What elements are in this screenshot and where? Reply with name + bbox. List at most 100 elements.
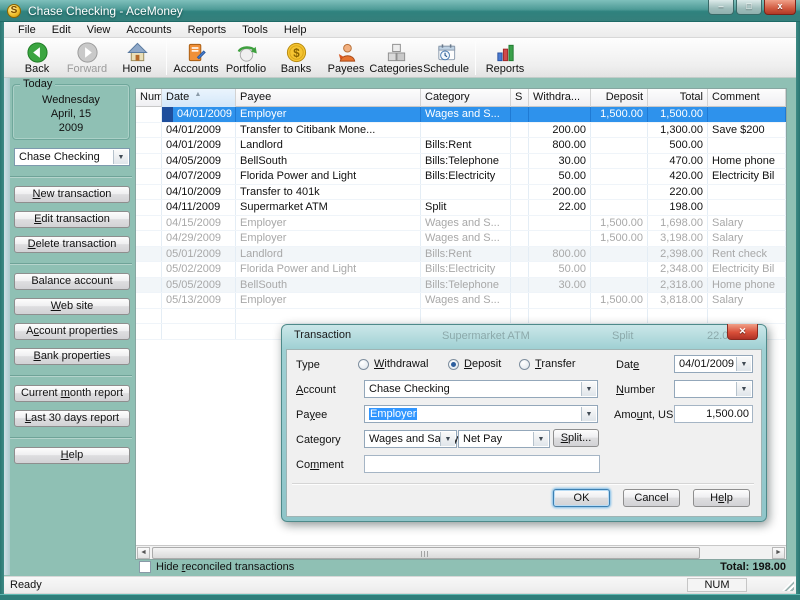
cell-comment [708, 107, 786, 122]
maximize-button[interactable]: □ [736, 0, 762, 15]
table-row[interactable]: 04/05/2009BellSouthBills:Telephone30.004… [136, 154, 786, 170]
menu-item-accounts[interactable]: Accounts [118, 23, 179, 37]
toolbar-button-label: Reports [486, 63, 525, 75]
portfolio-icon [235, 41, 258, 64]
cell-date: 04/15/2009 [162, 216, 236, 231]
table-row[interactable]: 04/29/2009EmployerWages and S...1,500.00… [136, 231, 786, 247]
toolbar-button-reports[interactable]: Reports [480, 39, 530, 77]
table-row[interactable]: 04/01/2009Transfer to Citibank Mone...20… [136, 123, 786, 139]
hide-reconciled-checkbox[interactable] [139, 561, 151, 573]
chevron-down-icon[interactable]: ▼ [581, 407, 596, 421]
chevron-down-icon[interactable]: ▼ [533, 432, 548, 446]
cell-withdrawal [529, 309, 591, 324]
cell-comment: Home phone [708, 154, 786, 169]
toolbar-button-portfolio[interactable]: Portfolio [221, 39, 271, 77]
column-header-withdra[interactable]: Withdra... [529, 89, 591, 107]
payee-combobox[interactable]: Employer ▼ [364, 405, 598, 423]
date-combobox[interactable]: 04/01/2009 ▼ [674, 355, 753, 373]
radio-deposit[interactable]: Deposit [448, 358, 501, 370]
chevron-down-icon[interactable]: ▼ [736, 357, 751, 371]
number-combobox[interactable]: ▼ [674, 380, 753, 398]
sidebar-button-last-30-days-report[interactable]: Last 30 days report [14, 410, 130, 427]
cell-payee: Employer [236, 107, 421, 122]
menu-item-edit[interactable]: Edit [44, 23, 79, 37]
table-row[interactable]: 04/11/2009Supermarket ATMSplit22.00198.0… [136, 200, 786, 216]
toolbar-button-categories[interactable]: Categories [371, 39, 421, 77]
menu-item-file[interactable]: File [10, 23, 44, 37]
table-row[interactable]: 05/13/2009EmployerWages and S...1,500.00… [136, 293, 786, 309]
radio-button-icon[interactable] [519, 359, 530, 370]
menu-bar: FileEditViewAccountsReportsToolsHelp [4, 22, 796, 38]
menu-item-reports[interactable]: Reports [180, 23, 235, 37]
toolbar-button-payees[interactable]: Payees [321, 39, 371, 77]
table-row[interactable]: 05/01/2009LandlordBills:Rent800.002,398.… [136, 247, 786, 263]
toolbar-button-banks[interactable]: $Banks [271, 39, 321, 77]
column-header-category[interactable]: Category [421, 89, 511, 107]
column-header-deposit[interactable]: Deposit [591, 89, 648, 107]
toolbar-button-forward: Forward [62, 39, 112, 77]
sidebar-button-balance-account[interactable]: Balance account [14, 273, 130, 290]
ok-button[interactable]: OK [553, 489, 610, 507]
subcategory-combobox[interactable]: Net Pay ▼ [458, 430, 550, 448]
column-header-comment[interactable]: Comment [708, 89, 786, 107]
sidebar-button-web-site[interactable]: Web site [14, 298, 130, 315]
resize-grip[interactable] [782, 579, 794, 591]
table-row[interactable]: 04/01/2009LandlordBills:Rent800.00500.00 [136, 138, 786, 154]
sidebar-button-delete-transaction[interactable]: Delete transaction [14, 236, 130, 253]
split-button[interactable]: Split... [553, 429, 599, 447]
sidebar-button-edit-transaction[interactable]: Edit transaction [14, 211, 130, 228]
cell-deposit [591, 123, 648, 138]
column-header-total[interactable]: Total [648, 89, 708, 107]
toolbar-button-schedule[interactable]: Schedule [421, 39, 471, 77]
chevron-down-icon[interactable]: ▼ [113, 150, 128, 164]
cell-category: Wages and S... [421, 231, 511, 246]
sidebar-button-help[interactable]: Help [14, 447, 130, 464]
minimize-button[interactable]: – [708, 0, 734, 15]
table-row[interactable]: 04/07/2009Florida Power and LightBills:E… [136, 169, 786, 185]
column-header-s[interactable]: S [511, 89, 529, 107]
chevron-down-icon[interactable]: ▼ [736, 382, 751, 396]
chevron-down-icon[interactable]: ▼ [581, 382, 596, 396]
cell-withdrawal: 800.00 [529, 247, 591, 262]
scroll-right-arrow-icon[interactable]: ► [772, 547, 785, 559]
column-header-payee[interactable]: Payee [236, 89, 421, 107]
account-combobox[interactable]: Chase Checking ▼ [364, 380, 598, 398]
horizontal-scrollbar[interactable]: ◄ ► [136, 545, 786, 559]
sidebar-button-bank-properties[interactable]: Bank properties [14, 348, 130, 365]
toolbar-button-accounts[interactable]: Accounts [171, 39, 221, 77]
dialog-close-icon[interactable]: ✕ [727, 324, 758, 340]
menu-item-view[interactable]: View [79, 23, 119, 37]
comment-field[interactable] [364, 455, 600, 473]
help-button[interactable]: Help [693, 489, 750, 507]
toolbar-button-home[interactable]: Home [112, 39, 162, 77]
cell-num [136, 107, 162, 122]
scrollbar-thumb[interactable] [152, 547, 700, 559]
cell-s [511, 169, 529, 184]
table-row[interactable]: 04/01/2009EmployerWages and S...1,500.00… [136, 107, 786, 123]
cell-s [511, 278, 529, 293]
sidebar-button-account-properties[interactable]: Account properties [14, 323, 130, 340]
menu-item-help[interactable]: Help [276, 23, 315, 37]
close-button[interactable]: x [764, 0, 796, 15]
table-row[interactable]: 05/02/2009Florida Power and LightBills:E… [136, 262, 786, 278]
column-header-date[interactable]: Date▲ [162, 89, 236, 107]
scroll-left-arrow-icon[interactable]: ◄ [137, 547, 150, 559]
table-row[interactable]: 04/10/2009Transfer to 401k200.00220.00 [136, 185, 786, 201]
radio-button-icon[interactable] [448, 359, 459, 370]
table-row[interactable]: 05/05/2009BellSouthBills:Telephone30.002… [136, 278, 786, 294]
radio-withdrawal[interactable]: Withdrawal [358, 358, 428, 370]
radio-transfer[interactable]: Transfer [519, 358, 576, 370]
category-combobox[interactable]: Wages and Salary ▼ [364, 430, 457, 448]
menu-item-tools[interactable]: Tools [234, 23, 276, 37]
table-row[interactable]: 04/15/2009EmployerWages and S...1,500.00… [136, 216, 786, 232]
radio-button-icon[interactable] [358, 359, 369, 370]
amount-field[interactable]: 1,500.00 [674, 405, 753, 423]
sidebar-button-new-transaction[interactable]: New transaction [14, 186, 130, 203]
cell-s [511, 138, 529, 153]
chevron-down-icon[interactable]: ▼ [440, 432, 455, 446]
toolbar-button-back[interactable]: Back [12, 39, 62, 77]
cancel-button[interactable]: Cancel [623, 489, 680, 507]
account-selector[interactable]: Chase Checking ▼ [14, 148, 130, 166]
column-header-num[interactable]: Num [136, 89, 162, 107]
sidebar-button-current-month-report[interactable]: Current month report [14, 385, 130, 402]
